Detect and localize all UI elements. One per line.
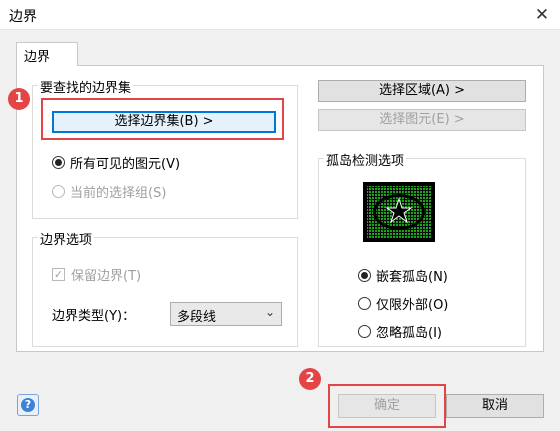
island-detection-title: 孤岛检测选项 <box>324 150 407 169</box>
radio-nested-islands[interactable]: 嵌套孤岛(N) <box>358 266 448 285</box>
check-icon: ✓ <box>52 268 65 281</box>
cancel-button[interactable]: 取消 <box>446 394 544 418</box>
boundary-type-value: 多段线 <box>177 310 217 325</box>
select-region-button[interactable]: 选择区域(A) > <box>318 80 526 102</box>
boundary-options-title: 边界选项 <box>38 229 95 248</box>
boundary-set-title: 要查找的边界集 <box>38 77 134 96</box>
radio-indicator <box>358 269 371 282</box>
radio-all-visible-label: 所有可见的图元(V) <box>70 157 181 172</box>
boundary-type-select[interactable]: 多段线 ⌄ <box>170 302 282 326</box>
help-button[interactable]: ? <box>17 394 39 416</box>
radio-all-visible[interactable]: 所有可见的图元(V) <box>52 153 180 172</box>
radio-indicator <box>358 297 371 310</box>
radio-indicator <box>52 156 65 169</box>
help-icon: ? <box>21 398 35 412</box>
tab-boundary[interactable]: 边界 <box>16 42 78 66</box>
window-title: 边界 <box>9 9 37 25</box>
title-bar: 边界 ✕ <box>0 0 560 30</box>
radio-current-selection[interactable]: 当前的选择组(S) <box>52 182 166 201</box>
island-preview-icon <box>363 182 435 242</box>
radio-indicator <box>52 185 65 198</box>
boundary-type-label: 边界类型(Y)： <box>52 309 136 324</box>
chevron-down-icon: ⌄ <box>264 305 275 319</box>
boundary-options-group <box>32 237 298 347</box>
radio-ignore-islands-label: 忽略孤岛(I) <box>376 326 442 341</box>
highlight-box-1 <box>41 98 284 140</box>
close-icon[interactable]: ✕ <box>530 4 554 26</box>
radio-nested-islands-label: 嵌套孤岛(N) <box>376 270 448 285</box>
radio-ignore-islands[interactable]: 忽略孤岛(I) <box>358 322 442 341</box>
radio-outer-only-label: 仅限外部(O) <box>376 298 449 313</box>
radio-current-selection-label: 当前的选择组(S) <box>70 186 167 201</box>
step-badge-1: 1 <box>8 88 30 110</box>
radio-outer-only[interactable]: 仅限外部(O) <box>358 294 448 313</box>
radio-indicator <box>358 325 371 338</box>
keep-boundary-checkbox[interactable]: ✓ 保留边界(T) <box>52 265 141 284</box>
step-badge-2: 2 <box>299 368 321 390</box>
keep-boundary-label: 保留边界(T) <box>71 269 142 284</box>
select-objects-button[interactable]: 选择图元(E) > <box>318 109 526 131</box>
highlight-box-2 <box>328 384 446 428</box>
